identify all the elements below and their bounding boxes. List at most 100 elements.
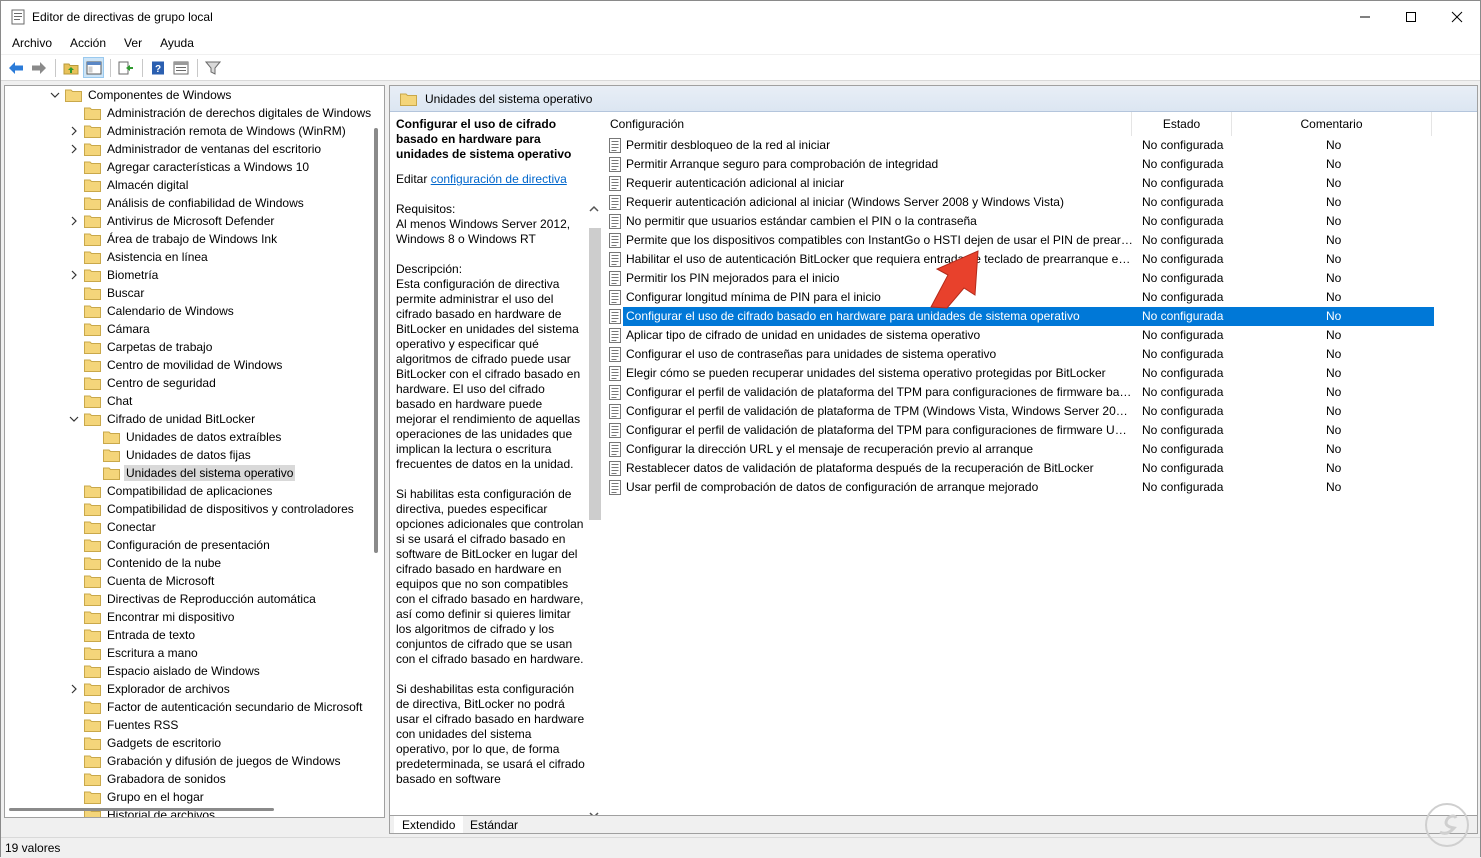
tree-item[interactable]: Compatibilidad de aplicaciones (68, 482, 274, 500)
tree-item[interactable]: Análisis de confiabilidad de Windows (68, 194, 306, 212)
setting-row[interactable]: Usar perfil de comprobación de datos de … (604, 478, 1477, 497)
tree-item[interactable]: Almacén digital (68, 176, 190, 194)
tree-item[interactable]: Administración remota de Windows (WinRM) (68, 122, 348, 140)
setting-row[interactable]: Permitir Arranque seguro para comprobaci… (604, 155, 1477, 174)
menu-archivo[interactable]: Archivo (5, 36, 59, 50)
properties-button[interactable] (170, 57, 191, 78)
tree-item[interactable]: Cámara (68, 320, 152, 338)
expanded-chevron-icon[interactable] (68, 410, 80, 428)
tree-item[interactable]: Conectar (68, 518, 158, 536)
up-folder-button[interactable] (60, 57, 81, 78)
maximize-button[interactable] (1388, 1, 1434, 32)
setting-row[interactable]: Configurar el perfil de validación de pl… (604, 402, 1477, 421)
setting-row[interactable]: Configurar la dirección URL y el mensaje… (604, 440, 1477, 459)
tree-item[interactable]: Cifrado de unidad BitLocker (68, 410, 257, 428)
tab-estandar[interactable]: Estándar (462, 816, 526, 833)
close-button[interactable] (1434, 1, 1480, 32)
tree-item[interactable]: Encontrar mi dispositivo (68, 608, 236, 626)
filter-button[interactable] (202, 57, 223, 78)
collapsed-chevron-icon[interactable] (68, 122, 80, 140)
tree-horizontal-scroll-thumb[interactable] (9, 808, 274, 811)
tree-horizontal-scrollbar[interactable] (5, 803, 384, 817)
tree-item[interactable]: Contenido de la nube (68, 554, 223, 572)
tree-item[interactable]: Agregar características a Windows 10 (68, 158, 311, 176)
setting-state: No configurada (1142, 271, 1224, 285)
forward-button[interactable] (28, 57, 49, 78)
column-header-name[interactable]: Configuración (604, 112, 1132, 136)
tree-item[interactable]: Biometría (68, 266, 160, 284)
setting-row[interactable]: Restablecer datos de validación de plata… (604, 459, 1477, 478)
expanded-chevron-icon[interactable] (49, 86, 61, 104)
setting-row[interactable]: Requerir autenticación adicional al inic… (604, 193, 1477, 212)
tree-item[interactable]: Calendario de Windows (68, 302, 236, 320)
tree-item[interactable]: Directivas de Reproducción automática (68, 590, 318, 608)
tree-item[interactable]: Espacio aislado de Windows (68, 662, 262, 680)
tree-item[interactable]: Factor de autenticación secundario de Mi… (68, 698, 364, 716)
tree-item[interactable]: Administrador de ventanas del escritorio (68, 140, 323, 158)
tree-item[interactable]: Buscar (68, 284, 146, 302)
setting-row[interactable]: Elegir cómo se pueden recuperar unidades… (604, 364, 1477, 383)
tree-item[interactable]: Entrada de texto (68, 626, 197, 644)
back-button[interactable] (5, 57, 26, 78)
tree-item[interactable]: Carpetas de trabajo (68, 338, 214, 356)
tree-item[interactable]: Escritura a mano (68, 644, 200, 662)
tree-vertical-scroll-thumb[interactable] (374, 128, 378, 553)
tree-vertical-scrollbar[interactable] (371, 86, 383, 802)
tree-item[interactable]: Gadgets de escritorio (68, 734, 223, 752)
setting-row[interactable]: Configurar el perfil de validación de pl… (604, 383, 1477, 402)
menu-ver[interactable]: Ver (117, 36, 149, 50)
collapsed-chevron-icon[interactable] (68, 140, 80, 158)
tree-item[interactable]: Grabadora de sonidos (68, 770, 228, 788)
collapsed-chevron-icon[interactable] (68, 266, 80, 284)
tree-item[interactable]: Asistencia en línea (68, 248, 210, 266)
tree-item[interactable]: Cuenta de Microsoft (68, 572, 216, 590)
gpedit-app-icon (11, 9, 25, 24)
menu-ayuda[interactable]: Ayuda (153, 36, 201, 50)
show-hide-tree-button[interactable] (83, 57, 104, 78)
column-header-state[interactable]: Estado (1132, 112, 1232, 136)
tree-item[interactable]: Centro de seguridad (68, 374, 218, 392)
tab-extendido[interactable]: Extendido (394, 816, 464, 833)
collapsed-chevron-icon[interactable] (68, 680, 80, 698)
scroll-up-icon[interactable] (588, 204, 600, 214)
minimize-button[interactable] (1342, 1, 1388, 32)
tree-item[interactable]: Área de trabajo de Windows Ink (68, 230, 279, 248)
tree-item[interactable]: Unidades de datos extraíbles (87, 428, 283, 446)
export-list-button[interactable] (115, 57, 136, 78)
setting-row[interactable]: Configurar el uso de contraseñas para un… (604, 345, 1477, 364)
tree-item-label: Administración remota de Windows (WinRM) (107, 124, 346, 138)
tree-item[interactable]: Centro de movilidad de Windows (68, 356, 284, 374)
tree-item[interactable]: Administración de derechos digitales de … (68, 104, 373, 122)
description-scroll-thumb[interactable] (589, 228, 601, 520)
setting-row[interactable]: Permite que los dispositivos compatibles… (604, 231, 1477, 250)
menu-accion[interactable]: Acción (63, 36, 113, 50)
setting-row[interactable]: Configurar el uso de cifrado basado en h… (604, 307, 1477, 326)
setting-row[interactable]: Requerir autenticación adicional al inic… (604, 174, 1477, 193)
setting-row[interactable]: Permitir desbloqueo de la red al iniciar… (604, 136, 1477, 155)
tree-item[interactable]: Componentes de Windows (49, 86, 233, 104)
tree-item[interactable]: Chat (68, 392, 134, 410)
setting-row[interactable]: Configurar el perfil de validación de pl… (604, 421, 1477, 440)
setting-name: Configurar el perfil de validación de pl… (626, 385, 1134, 399)
setting-row[interactable]: Permitir los PIN mejorados para el inici… (604, 269, 1477, 288)
list-header: Configuración Estado Comentario (604, 112, 1477, 136)
setting-row[interactable]: Habilitar el uso de autenticación BitLoc… (604, 250, 1477, 269)
tree-item[interactable]: Grabación y difusión de juegos de Window… (68, 752, 342, 770)
setting-row[interactable]: Configurar longitud mínima de PIN para e… (604, 288, 1477, 307)
column-header-comment[interactable]: Comentario (1232, 112, 1432, 136)
edit-policy-link[interactable]: configuración de directiva (431, 172, 567, 186)
tree-item[interactable]: Fuentes RSS (68, 716, 180, 734)
help-button[interactable]: ? (147, 57, 168, 78)
tree-item[interactable]: Compatibilidad de dispositivos y control… (68, 500, 356, 518)
setting-row[interactable]: No permitir que usuarios estándar cambie… (604, 212, 1477, 231)
setting-row[interactable]: Aplicar tipo de cifrado de unidad en uni… (604, 326, 1477, 345)
tree-item[interactable]: Explorador de archivos (68, 680, 232, 698)
tree-item[interactable]: Unidades del sistema operativo (87, 464, 296, 482)
folder-icon (84, 485, 101, 498)
tree-item[interactable]: Unidades de datos fijas (87, 446, 253, 464)
tree-item[interactable]: Configuración de presentación (68, 536, 272, 554)
tree-item[interactable]: Antivirus de Microsoft Defender (68, 212, 276, 230)
collapsed-chevron-icon[interactable] (68, 212, 80, 230)
folder-icon (84, 629, 101, 642)
